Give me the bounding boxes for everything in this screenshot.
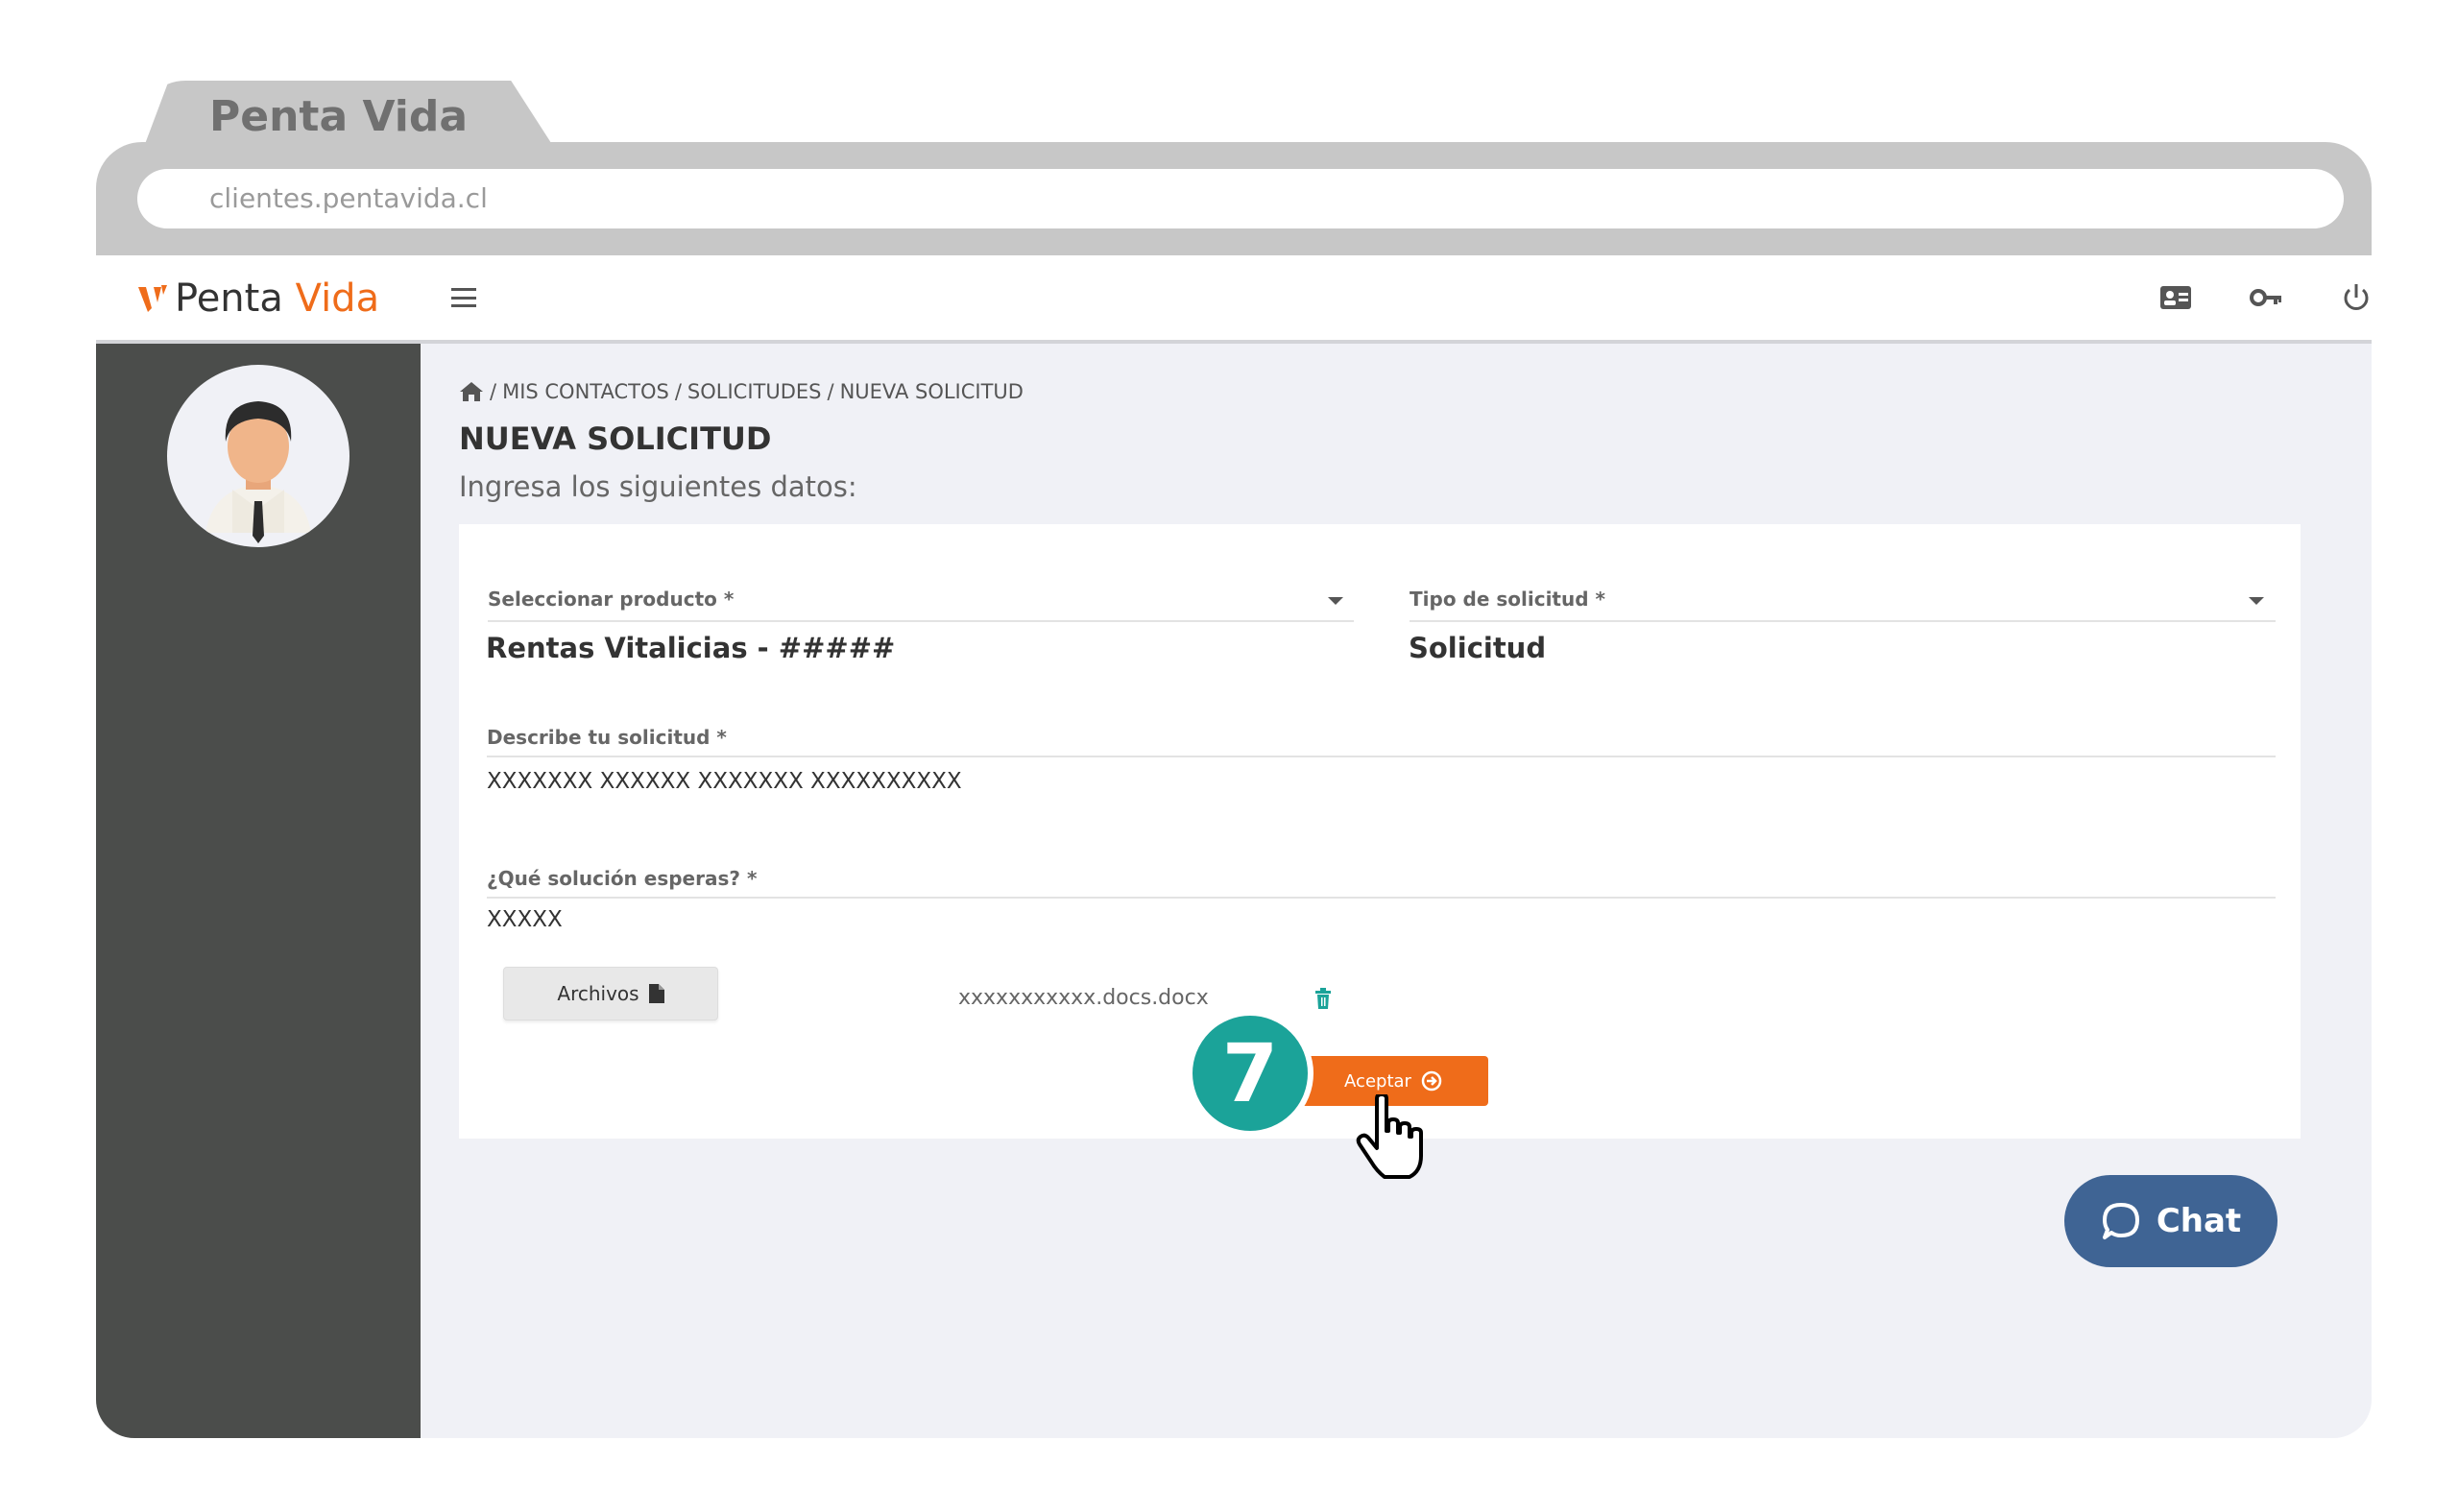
hand-pointer-cursor-icon xyxy=(1356,1094,1423,1179)
home-icon[interactable] xyxy=(459,381,484,402)
describe-field-underline xyxy=(487,756,2276,757)
breadcrumb-separator: / xyxy=(827,380,834,403)
contact-card-icon[interactable] xyxy=(2158,280,2193,315)
producto-value[interactable]: Rentas Vitalicias - ##### xyxy=(486,632,895,664)
app-window: Penta Vida / MIS CONTACTOS / SOLICITUDES… xyxy=(96,255,2372,1438)
archivos-button[interactable]: Archivos xyxy=(503,967,718,1020)
page-subtitle: Ingresa los siguientes datos: xyxy=(459,470,857,503)
aceptar-button-label: Aceptar xyxy=(1344,1070,1411,1092)
tipo-chevron-down-icon[interactable] xyxy=(2249,597,2264,605)
browser-tab-title: Penta Vida xyxy=(209,92,469,141)
sidebar xyxy=(96,344,421,1438)
penta-vida-logo-mark-icon xyxy=(138,285,167,312)
breadcrumb-item-solicitudes[interactable]: SOLICITUDES xyxy=(687,380,822,403)
producto-label: Seleccionar producto * xyxy=(488,588,735,611)
attached-file-name: xxxxxxxxxxx.docs.docx xyxy=(958,986,1209,1010)
tipo-value[interactable]: Solicitud xyxy=(1409,632,1546,664)
chat-bubble-icon xyxy=(2102,1203,2139,1239)
file-icon xyxy=(648,984,664,1003)
tipo-select[interactable] xyxy=(1410,620,2276,622)
producto-select[interactable] xyxy=(488,620,1354,622)
form-card xyxy=(459,524,2301,1139)
breadcrumb-item-mis-contactos[interactable]: MIS CONTACTOS xyxy=(502,380,669,403)
describe-field[interactable]: XXXXXXX XXXXXX XXXXXXX XXXXXXXXXX xyxy=(487,769,962,794)
penta-vida-logo[interactable]: Penta Vida xyxy=(136,275,379,323)
logo-text: Penta Vida xyxy=(175,276,380,321)
page-title: NUEVA SOLICITUD xyxy=(459,420,772,457)
solucion-label: ¿Qué solución esperas? * xyxy=(487,867,758,890)
tipo-label: Tipo de solicitud * xyxy=(1410,588,1605,611)
breadcrumb-item-nueva-solicitud: NUEVA SOLICITUD xyxy=(839,380,1024,403)
producto-chevron-down-icon[interactable] xyxy=(1328,597,1343,605)
breadcrumb: / MIS CONTACTOS / SOLICITUDES / NUEVA SO… xyxy=(459,380,1024,403)
top-navbar: Penta Vida xyxy=(96,255,2372,344)
archivos-button-label: Archivos xyxy=(557,982,639,1005)
solucion-field-underline xyxy=(487,897,2276,899)
chat-button-label: Chat xyxy=(2156,1202,2242,1240)
trash-icon[interactable] xyxy=(1313,988,1333,1009)
power-icon[interactable] xyxy=(2339,280,2372,315)
arrow-right-circle-icon xyxy=(1421,1070,1442,1092)
user-avatar[interactable] xyxy=(167,365,349,547)
chat-button[interactable]: Chat xyxy=(2064,1175,2277,1267)
key-icon[interactable] xyxy=(2249,280,2283,315)
breadcrumb-separator: / xyxy=(674,380,682,403)
describe-label: Describe tu solicitud * xyxy=(487,726,727,749)
user-avatar-icon xyxy=(205,401,311,543)
solucion-field[interactable]: XXXXX xyxy=(487,907,563,932)
breadcrumb-separator: / xyxy=(490,380,497,403)
step-number-badge: 7 xyxy=(1187,1010,1313,1137)
hamburger-menu-icon[interactable] xyxy=(451,288,476,307)
address-bar-url: clientes.pentavida.cl xyxy=(209,182,488,214)
